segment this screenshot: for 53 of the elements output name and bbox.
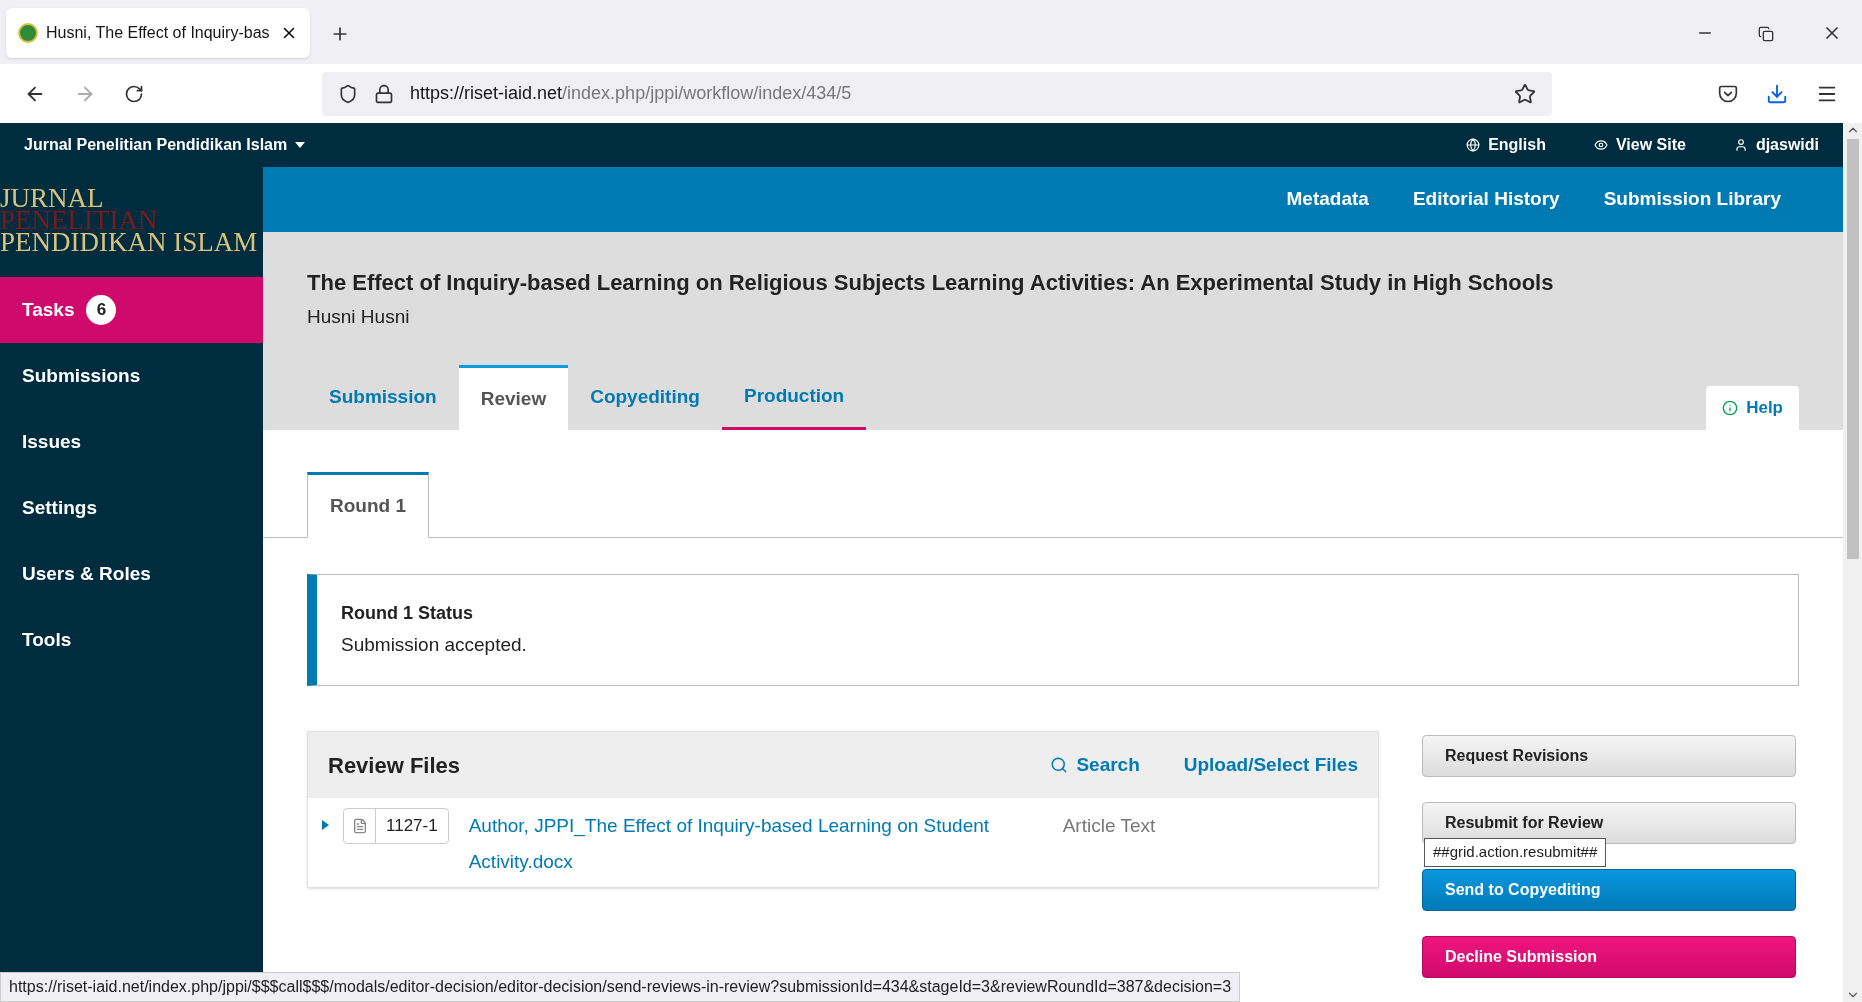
- info-icon: [1722, 400, 1739, 416]
- site-favicon-icon: [18, 23, 38, 43]
- stage-tab[interactable]: Review: [458, 365, 569, 430]
- expand-arrow-icon[interactable]: [322, 820, 329, 830]
- status-heading: Round 1 Status: [341, 602, 474, 626]
- header-link[interactable]: Metadata: [1286, 185, 1369, 214]
- download-icon[interactable]: [1766, 82, 1788, 105]
- help-button[interactable]: Help: [1706, 386, 1799, 430]
- shield-icon: [338, 83, 358, 104]
- sidebar-item[interactable]: Issues: [0, 409, 263, 475]
- decision-button[interactable]: Decline Submission: [1422, 936, 1796, 978]
- sidebar-item[interactable]: Tools: [0, 607, 263, 673]
- decision-button[interactable]: Request Revisions: [1422, 735, 1796, 777]
- panel-title: Review Files: [328, 751, 461, 780]
- journal-logo: JURNAL PENELITIAN PENDIDIKAN ISLAM: [0, 182, 259, 259]
- sidebar-item[interactable]: Submissions: [0, 343, 263, 409]
- search-icon: [1050, 756, 1069, 774]
- decision-button[interactable]: Resubmit for Review: [1422, 802, 1796, 844]
- pocket-icon[interactable]: [1718, 83, 1738, 104]
- sidebar-item[interactable]: Settings: [0, 475, 263, 541]
- file-link[interactable]: Author, JPPI_The Effect of Inquiry-based Learning on Student Activity.docx: [468, 808, 1029, 880]
- decision-button[interactable]: Send to Copyediting: [1422, 869, 1796, 911]
- lock-icon: [374, 83, 394, 104]
- restore-icon[interactable]: [1758, 26, 1774, 42]
- header-link[interactable]: Submission Library: [1603, 185, 1781, 214]
- round-tab[interactable]: Round 1: [307, 472, 429, 538]
- user-icon: [1733, 138, 1748, 152]
- sidebar-item[interactable]: Tasks 6: [0, 277, 263, 343]
- bookmark-star-icon[interactable]: [1514, 82, 1536, 105]
- globe-icon: [1466, 138, 1481, 152]
- top-link[interactable]: djaswidi: [1733, 133, 1819, 157]
- document-icon: [351, 818, 368, 834]
- file-id: 1127-1: [385, 815, 439, 838]
- file-type: Article Text: [1062, 814, 1156, 838]
- status-text: Submission accepted.: [341, 633, 528, 658]
- panel-action-link[interactable]: Upload/Select Files: [1183, 750, 1358, 780]
- address-bar[interactable]: https://riset-iaid.net/index.php/jppi/workflow/index/434/5: [322, 71, 1552, 116]
- link-status-bar: https://riset-iaid.net/index.php/jppi/$$$call$$$/modals/editor-decision/editor-decision/send-reviews-in-review?submissionId=434&stageId=3&reviewRoundId=387&decision=3: [0, 972, 1241, 1002]
- sidebar-item[interactable]: Users & Roles: [0, 541, 263, 607]
- tab-title: Husni, The Effect of Inquiry-bas: [46, 23, 271, 43]
- reload-icon[interactable]: [124, 83, 144, 104]
- count-badge: 6: [86, 295, 117, 325]
- eye-icon: [1593, 138, 1608, 152]
- top-link[interactable]: English: [1466, 133, 1546, 157]
- panel-action-link[interactable]: Search: [1050, 750, 1140, 780]
- browser-tab[interactable]: Husni, The Effect of Inquiry-bas: [6, 8, 310, 58]
- journal-menu[interactable]: Jurnal Penelitian Pendidikan Islam: [24, 133, 306, 157]
- author-name: Husni Husni: [307, 305, 411, 329]
- url-text: https://riset-iaid.net/index.php/jppi/workflow/index/434/5: [410, 82, 853, 105]
- header-link[interactable]: Editorial History: [1412, 185, 1560, 214]
- tooltip: ##grid.action.resubmit##: [1424, 838, 1607, 867]
- top-link[interactable]: View Site: [1593, 133, 1686, 157]
- submission-title: The Effect of Inquiry-based Learning on Religious Subjects Learning Activities: An Experimental Study in High Schools: [307, 269, 1555, 297]
